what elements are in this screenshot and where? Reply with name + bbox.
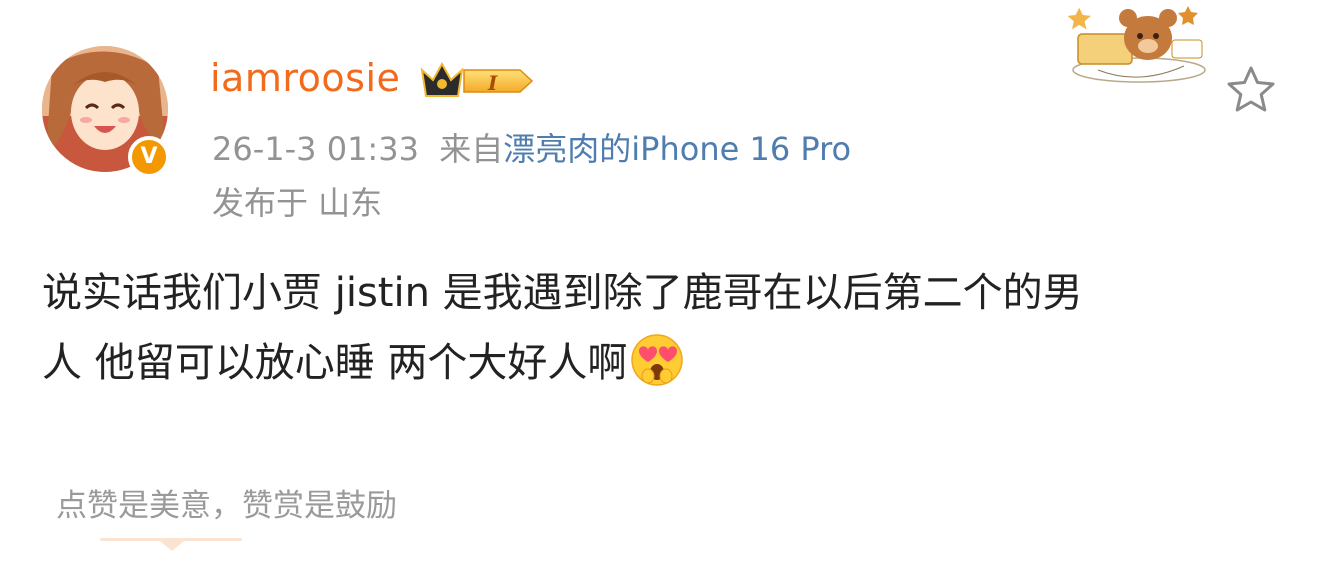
post-meta: 26-1-3 01:33 来自漂亮肉的iPhone 16 Pro	[212, 124, 851, 170]
post-location: 发布于 山东	[212, 184, 383, 222]
star-outline-icon[interactable]	[1222, 62, 1280, 120]
post-body-line-2: 人 他留可以放心睡 两个大好人啊	[42, 328, 1272, 398]
bear-decoration-icon	[1068, 6, 1206, 83]
username-link[interactable]: iamroosie	[210, 56, 400, 100]
source-device-link[interactable]: 漂亮肉的iPhone 16 Pro	[503, 130, 851, 168]
post-body: 说实话我们小贾 jistin 是我遇到除了鹿哥在以后第二个的男 人 他留可以放心…	[42, 258, 1272, 398]
member-level: I	[487, 71, 498, 95]
weibo-post: V iamroosie I 26-1-3 01:33 来自漂亮肉的iPhone …	[0, 0, 1320, 566]
crown-icon[interactable]: I	[420, 60, 538, 102]
reward-prompt: 点赞是美意，赞赏是鼓励	[56, 488, 397, 524]
reward-caret-icon	[160, 541, 184, 551]
post-body-line: 说实话我们小贾 jistin 是我遇到除了鹿哥在以后第二个的男	[42, 270, 1083, 316]
post-body-text: 人 他留可以放心睡 两个大好人啊	[42, 340, 628, 386]
heart-eyes-emoji-icon	[631, 334, 684, 386]
source-prefix: 来自	[439, 130, 504, 168]
verified-mark: V	[140, 144, 158, 169]
post-timestamp: 26-1-3 01:33	[212, 130, 419, 168]
verified-badge: V	[128, 136, 170, 178]
